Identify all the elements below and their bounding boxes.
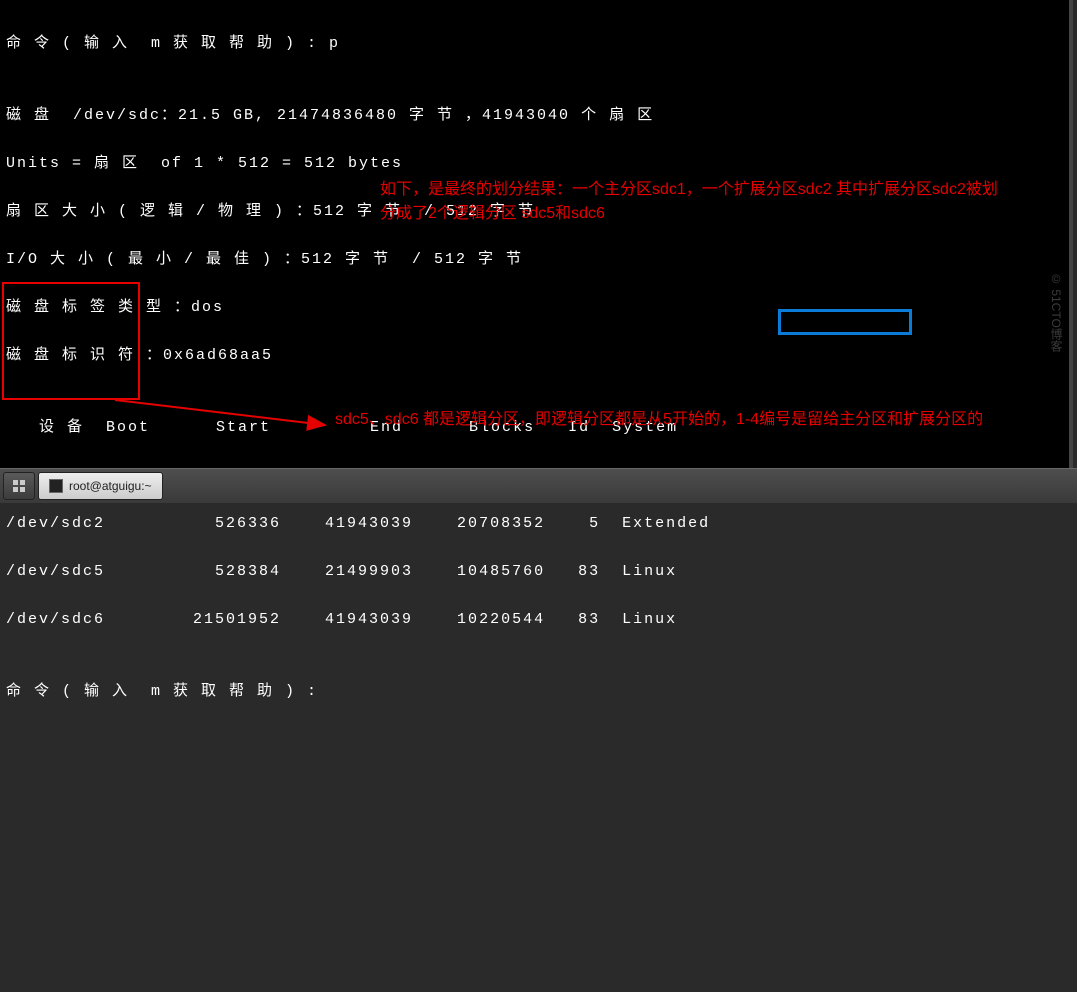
cmd-prompt-2: 命 令 ( 输 入 m 获 取 帮 助 ) : [6,680,1067,704]
table-row: /dev/sdc5 528384 21499903 10485760 83 Li… [6,560,1067,584]
cmd-prompt-1: 命 令 ( 输 入 m 获 取 帮 助 ) : p [6,32,1067,56]
units-line: Units = 扇 区 of 1 * 512 = 512 bytes [6,152,1067,176]
watermark-text: © 51CTO博客 [1046,272,1065,352]
terminal-icon [49,479,63,493]
table-row: /dev/sdc6 21501952 41943039 10220544 83 … [6,608,1067,632]
io-size-line: I/O 大 小 ( 最 小 / 最 佳 ) ：512 字 节 / 512 字 节 [6,248,1067,272]
disk-label-line: 磁 盘 标 签 类 型 ：dos [6,296,1067,320]
annotation-top: 如下，是最终的划分结果：一个主分区sdc1，一个扩展分区sdc2 其中扩展分区s… [380,178,1000,226]
scrollbar[interactable] [1069,0,1073,468]
table-row: /dev/sdc2 526336 41943039 20708352 5 Ext… [6,512,1067,536]
taskbar-task-label: root@atguigu:~ [69,479,152,493]
terminal-output[interactable]: 命 令 ( 输 入 m 获 取 帮 助 ) : p 磁 盘 /dev/sdc：2… [0,0,1073,468]
taskbar-terminal-task[interactable]: root@atguigu:~ [38,472,163,500]
taskbar: root@atguigu:~ [0,468,1077,503]
disk-ident-line: 磁 盘 标 识 符 ：0x6ad68aa5 [6,344,1067,368]
disk-line: 磁 盘 /dev/sdc：21.5 GB, 21474836480 字 节 ，4… [6,104,1067,128]
taskbar-show-desktop-button[interactable] [3,472,35,500]
desktop-icon [12,479,26,493]
annotation-bottom: sdc5、sdc6 都是逻辑分区，即逻辑分区都是从5开始的，1-4编号是留给主分… [335,408,1035,432]
